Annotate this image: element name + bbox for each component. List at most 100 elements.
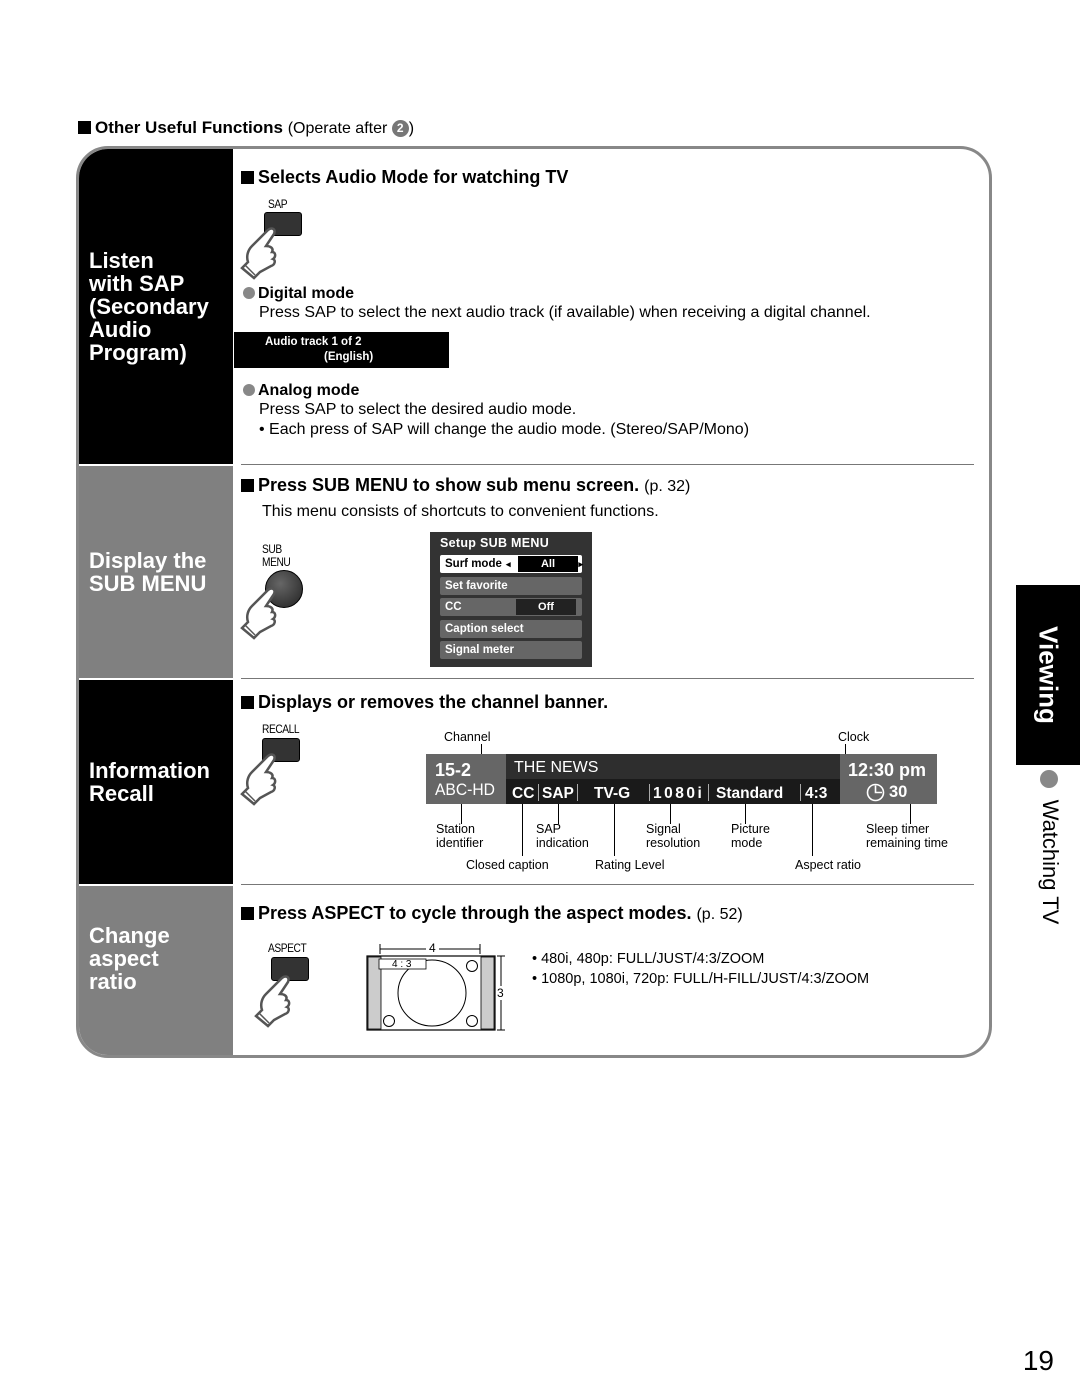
pointing-hand-icon [240, 587, 277, 640]
analog-mode-text: Press SAP to select the desired audio mo… [259, 401, 577, 418]
submenu-item-signal-meter[interactable]: Signal meter [440, 641, 582, 659]
chapter-tab-label: Viewing [1033, 626, 1064, 724]
callout-line-text: Signal [646, 822, 681, 836]
digital-mode-title: Digital mode [243, 285, 354, 303]
step-number-icon: 2 [391, 120, 409, 137]
submenu-item-surf-mode[interactable]: Surf mode ◂ All ▸ [440, 555, 583, 573]
callout-line [461, 804, 462, 824]
side-title-line: Recall [89, 781, 154, 806]
bullet-dot-icon [243, 287, 255, 299]
callout-rating: Rating Level [595, 858, 665, 872]
audio-track-osd: Audio track 1 of 2 (English) [234, 332, 449, 368]
separator [708, 784, 709, 801]
submenu-button-label: SUB MENU [262, 543, 291, 569]
square-bullet-icon [241, 907, 254, 920]
bullet-dot-icon [243, 384, 255, 396]
divider [241, 464, 974, 465]
diagram-mode-label: 4 : 3 [392, 959, 412, 970]
submenu-item-cc[interactable]: CC Off [440, 598, 582, 616]
callout-line [522, 804, 523, 856]
chapter-tab-viewing[interactable]: Viewing [1016, 585, 1080, 765]
side-title-line: Information [89, 758, 210, 783]
banner-aspect: 4:3 [805, 785, 828, 802]
separator [538, 784, 539, 801]
callout-aspect: Aspect ratio [795, 858, 862, 872]
callout-line-text: resolution [646, 836, 701, 850]
banner-resolution: 1080i [653, 785, 705, 802]
arrow-left-icon: ◂ [506, 559, 511, 569]
side-title-line: SUB MENU [89, 571, 207, 596]
section-tab-watching-tv: Watching TV [1030, 770, 1070, 930]
osd-line2: (English) [324, 351, 374, 363]
label-line: MENU [262, 555, 291, 569]
callout-clock: Clock [838, 730, 870, 744]
side-title-line: Display the [89, 548, 207, 573]
sleep-timer-icon [866, 783, 885, 802]
item-label: CC [445, 601, 462, 613]
side-bar-right [480, 956, 495, 1030]
osd-line1: Audio track 1 of 2 [265, 336, 362, 348]
divider [241, 884, 974, 885]
aspect-button-label: ASPECT [268, 941, 307, 955]
digital-mode-title-text: Digital mode [258, 285, 355, 302]
callout-channel: Channel [444, 730, 491, 744]
sap-button-label: SAP [268, 197, 288, 211]
banner-rating: TV-G [594, 785, 631, 802]
side-title-recall: Information Recall [79, 680, 233, 884]
callout-line [745, 804, 746, 824]
analog-mode-title: Analog mode [243, 382, 359, 400]
square-bullet-icon [241, 696, 254, 709]
section-heading: Other Useful Functions (Operate after 2) [78, 118, 414, 138]
side-title-submenu: Display the SUB MENU [79, 466, 233, 678]
callout-cc: Closed caption [466, 858, 549, 872]
diagram-height-label: 3 [497, 986, 504, 1000]
submenu-item-set-favorite[interactable]: Set favorite [440, 577, 582, 595]
callout-line [558, 804, 559, 824]
callout-line-text: Picture [731, 822, 770, 836]
page-reference: (p. 52) [696, 906, 743, 923]
callout-line-text: Station [436, 822, 475, 836]
recall-heading-text: Displays or removes the channel banner. [258, 692, 609, 712]
separator [649, 784, 650, 801]
side-title-line: Program) [89, 340, 187, 365]
item-label: Signal meter [445, 644, 515, 656]
separator [577, 784, 578, 801]
item-value: All [518, 556, 578, 572]
banner-sap: SAP [542, 785, 574, 802]
callout-line-text: SAP [536, 822, 562, 836]
section-heading-text: Other Useful Functions [95, 118, 283, 137]
digital-mode-text: Press SAP to select the next audio track… [259, 304, 871, 321]
callout-picture: Picture mode [731, 822, 770, 850]
callout-line [670, 804, 671, 824]
square-bullet-icon [78, 121, 91, 134]
banner-channel: 15-2 [435, 760, 472, 780]
callout-signal: Signal resolution [646, 822, 700, 850]
arrow-right-icon: ▸ [578, 559, 583, 569]
side-title-sap: Listen with SAP (Secondary Audio Program… [79, 149, 233, 464]
sap-heading-text: Selects Audio Mode for watching TV [258, 167, 569, 187]
callout-line [910, 804, 911, 824]
callout-line-text: mode [731, 836, 763, 850]
aspect-mode-480: • 480i, 480p: FULL/JUST/4:3/ZOOM [532, 951, 765, 967]
item-label: Set favorite [445, 580, 508, 592]
analog-mode-bullet: • Each press of SAP will change the audi… [259, 421, 750, 438]
recall-button-label: RECALL [262, 722, 300, 736]
banner-program: THE NEWS [514, 759, 599, 776]
banner-picture-mode: Standard [716, 785, 784, 802]
recall-heading: Displays or removes the channel banner. [241, 692, 608, 713]
item-label: Caption select [445, 623, 524, 635]
callout-line-text: identifier [436, 836, 484, 850]
note-suffix: ) [408, 120, 415, 137]
pointing-hand-icon [240, 753, 277, 806]
side-title-line: with SAP [89, 271, 185, 296]
callout-line-text: indication [536, 836, 589, 850]
square-bullet-icon [241, 171, 254, 184]
submenu-item-caption-select[interactable]: Caption select [440, 620, 582, 638]
side-title-line: (Secondary [89, 294, 209, 319]
channel-banner: 15-2 ABC-HD THE NEWS CC SAP TV-G 1080i S… [426, 754, 937, 804]
section-tab-label: Watching TV [1038, 799, 1063, 925]
aspect-heading: Press ASPECT to cycle through the aspect… [241, 903, 743, 924]
pointing-hand-icon [240, 227, 277, 280]
submenu-description: This menu consists of shortcuts to conve… [262, 503, 659, 520]
note-prefix: (Operate after [287, 120, 392, 137]
